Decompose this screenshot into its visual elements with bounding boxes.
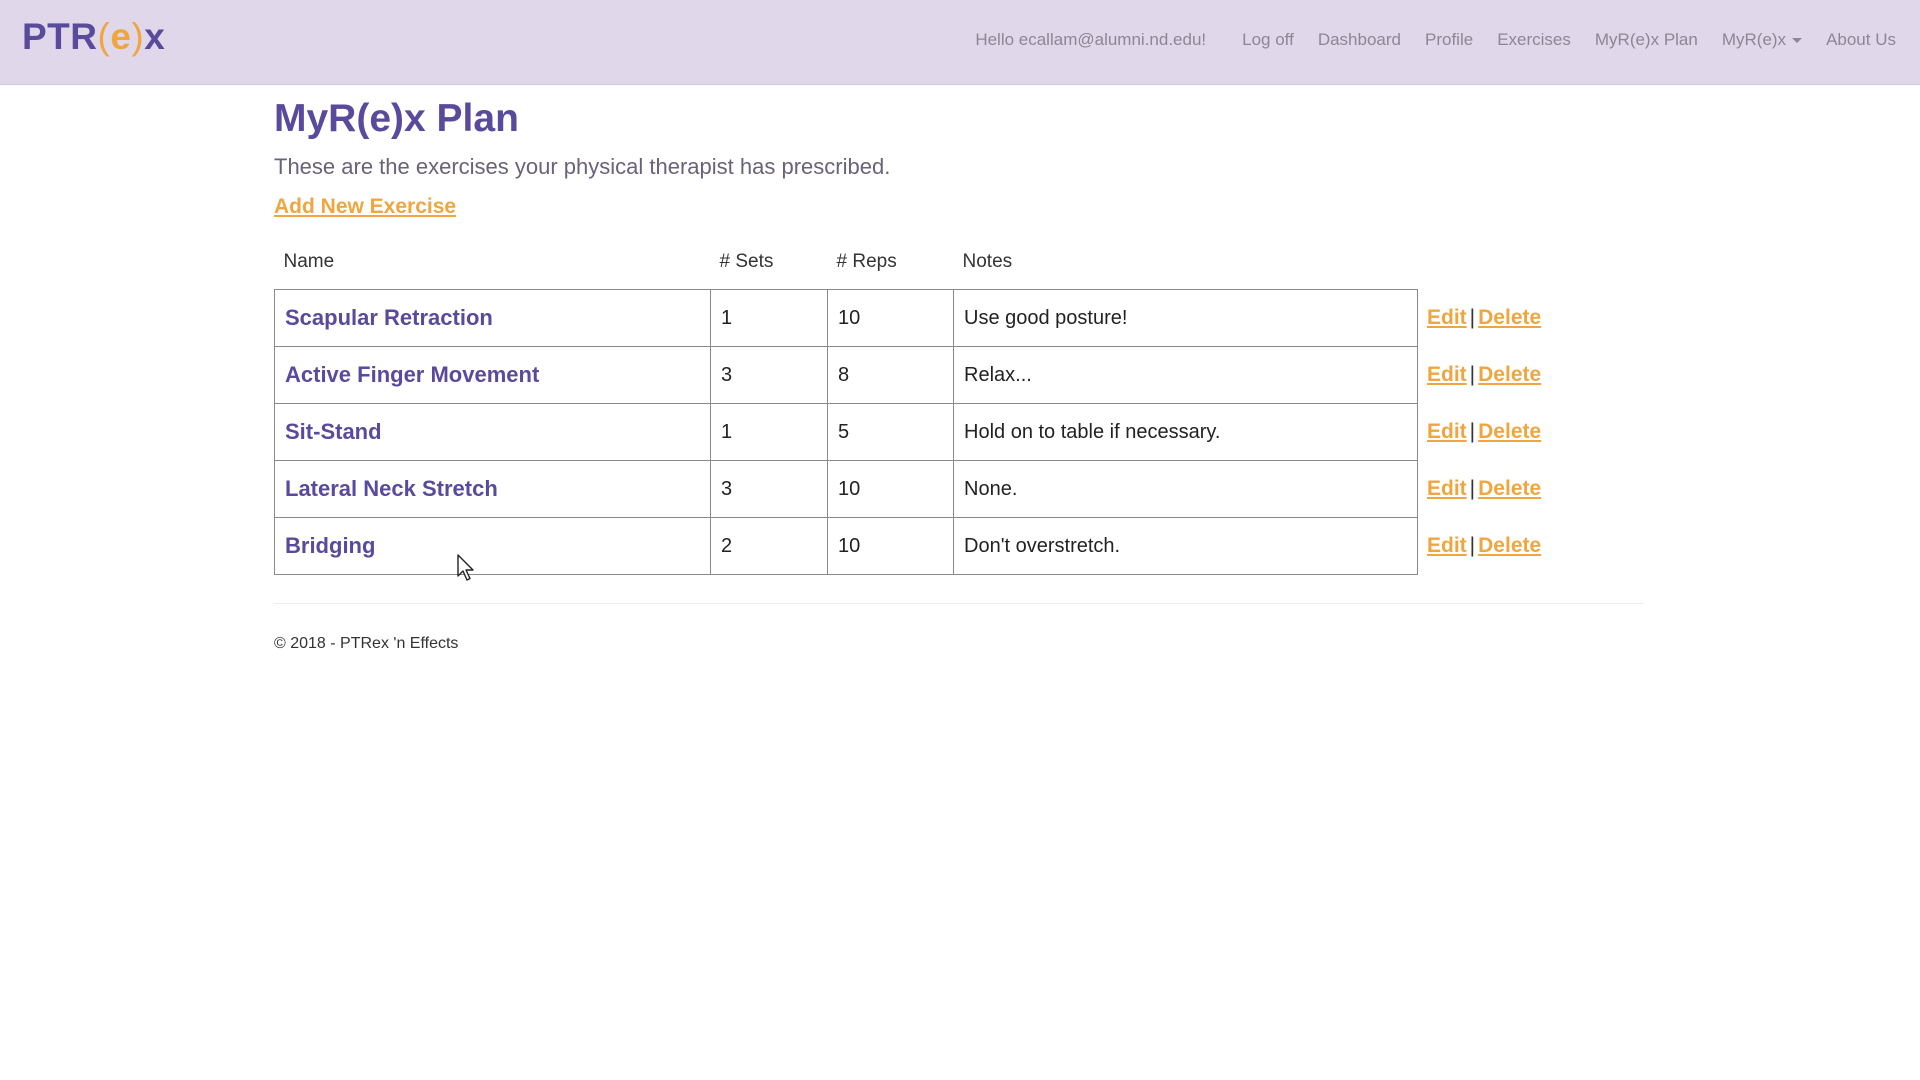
delete-link[interactable]: Delete xyxy=(1478,363,1541,386)
exercise-notes: Use good posture! xyxy=(953,289,1418,347)
footer-divider xyxy=(274,603,1644,604)
nav-plan[interactable]: MyR(e)x Plan xyxy=(1595,30,1698,50)
table-row: Lateral Neck Stretch 3 10 None. Edit | Del… xyxy=(274,460,1552,518)
table-row: Sit-Stand 1 5 Hold on to table if necess… xyxy=(274,403,1552,461)
nav-myrex-dropdown[interactable]: MyR(e)x xyxy=(1721,30,1803,50)
exercise-name[interactable]: Bridging xyxy=(274,517,711,575)
exercise-name[interactable]: Sit-Stand xyxy=(274,403,711,461)
mouse-cursor-icon xyxy=(457,554,474,581)
edit-link[interactable]: Edit xyxy=(1427,363,1467,386)
brand-close-paren: ) xyxy=(131,16,145,57)
exercise-notes: None. xyxy=(953,460,1418,518)
exercise-notes: Hold on to table if necessary. xyxy=(953,403,1418,461)
action-separator: | xyxy=(1469,534,1476,557)
edit-link[interactable]: Edit xyxy=(1427,306,1467,329)
exercise-sets: 2 xyxy=(710,517,828,575)
caret-down-icon xyxy=(1792,38,1803,44)
table-row: Active Finger Movement 3 8 Relax... Edit… xyxy=(274,346,1552,404)
nav-dashboard[interactable]: Dashboard xyxy=(1318,30,1401,50)
action-separator: | xyxy=(1469,477,1476,500)
nav-exercises[interactable]: Exercises xyxy=(1497,30,1571,50)
row-actions: Edit | Delete xyxy=(1418,404,1552,461)
nav-logoff[interactable]: Log off xyxy=(1242,30,1294,50)
delete-link[interactable]: Delete xyxy=(1478,477,1541,500)
exercise-sets: 1 xyxy=(710,403,828,461)
action-separator: | xyxy=(1469,420,1476,443)
row-actions: Edit | Delete xyxy=(1418,290,1552,347)
table-row: Scapular Retraction 1 10 Use good postur… xyxy=(274,289,1552,347)
nav-about[interactable]: About Us xyxy=(1826,30,1896,50)
row-actions: Edit | Delete xyxy=(1418,518,1552,575)
row-actions: Edit | Delete xyxy=(1418,347,1552,404)
header-notes: Notes xyxy=(962,251,1013,272)
header-sets: # Sets xyxy=(719,251,774,272)
nav-greeting[interactable]: Hello ecallam@alumni.nd.edu! xyxy=(975,30,1206,50)
brand-letter: e xyxy=(110,16,132,57)
header-actions xyxy=(1418,235,1552,290)
action-separator: | xyxy=(1469,363,1476,386)
header-reps: # Reps xyxy=(836,251,897,272)
brand-prefix: PTR xyxy=(22,16,98,57)
nav-menu: Hello ecallam@alumni.nd.edu! Log off Das… xyxy=(975,0,1896,80)
delete-link[interactable]: Delete xyxy=(1478,306,1541,329)
edit-link[interactable]: Edit xyxy=(1427,420,1467,443)
delete-link[interactable]: Delete xyxy=(1478,534,1541,557)
row-actions: Edit | Delete xyxy=(1418,461,1552,518)
add-new-exercise-link[interactable]: Add New Exercise xyxy=(274,195,456,219)
exercise-reps: 5 xyxy=(827,403,954,461)
action-separator: | xyxy=(1469,306,1476,329)
exercise-reps: 10 xyxy=(827,289,954,347)
brand-suffix: x xyxy=(144,16,166,57)
exercise-sets: 1 xyxy=(710,289,828,347)
page-title: MyR(e)x Plan xyxy=(274,97,519,140)
edit-link[interactable]: Edit xyxy=(1427,477,1467,500)
table-header-row: Name # Sets # Reps Notes xyxy=(275,235,1552,290)
page-subtitle: These are the exercises your physical th… xyxy=(274,154,891,179)
exercise-sets: 3 xyxy=(710,460,828,518)
brand-open-paren: ( xyxy=(97,16,111,57)
exercise-name[interactable]: Scapular Retraction xyxy=(274,289,711,347)
exercise-reps: 10 xyxy=(827,517,954,575)
nav-profile[interactable]: Profile xyxy=(1425,30,1473,50)
header-name: Name xyxy=(283,251,335,272)
exercise-notes: Don't overstretch. xyxy=(953,517,1418,575)
top-navbar: PTR(e)x Hello ecallam@alumni.nd.edu! Log… xyxy=(0,0,1920,85)
exercise-name[interactable]: Active Finger Movement xyxy=(274,346,711,404)
brand-logo[interactable]: PTR(e)x xyxy=(22,16,165,58)
exercise-reps: 10 xyxy=(827,460,954,518)
nav-myrex-label: MyR(e)x xyxy=(1721,30,1787,49)
exercise-name[interactable]: Lateral Neck Stretch xyxy=(274,460,711,518)
edit-link[interactable]: Edit xyxy=(1427,534,1467,557)
delete-link[interactable]: Delete xyxy=(1478,420,1541,443)
exercise-reps: 8 xyxy=(827,346,954,404)
exercise-sets: 3 xyxy=(710,346,828,404)
page-footer: © 2018 - PTRex 'n Effects xyxy=(274,635,459,652)
exercise-notes: Relax... xyxy=(953,346,1418,404)
exercise-plan-table: Name # Sets # Reps Notes Scapular Retrac… xyxy=(274,235,1552,575)
